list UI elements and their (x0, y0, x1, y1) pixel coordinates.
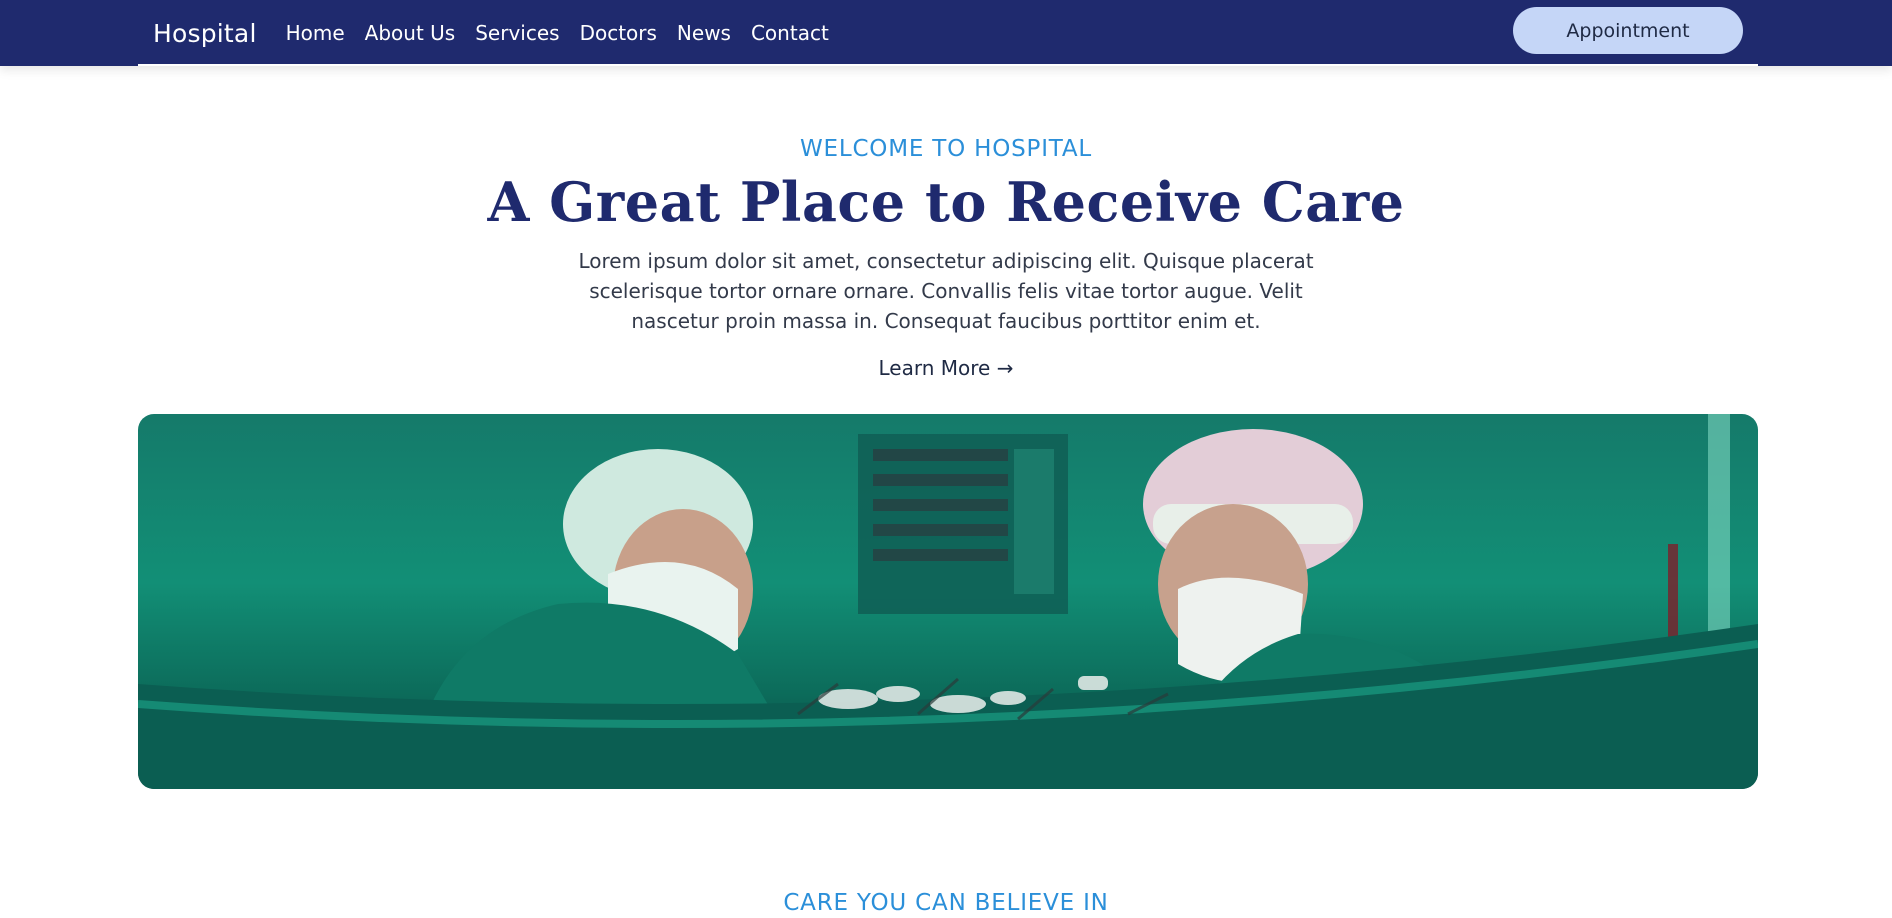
nav-link-home[interactable]: Home (286, 21, 345, 45)
hero-description: Lorem ipsum dolor sit amet, consectetur … (578, 249, 1314, 333)
nav-link-news[interactable]: News (677, 21, 731, 45)
nav-link-doctors[interactable]: Doctors (580, 21, 657, 45)
hero-title: A Great Place to Receive Care (487, 170, 1405, 234)
hero-surgeons-image (138, 414, 1758, 789)
brand-logo[interactable]: Hospital (153, 19, 257, 48)
navbar-container: Hospital Home About Us Services Doctors … (138, 0, 1758, 66)
nav-link-services[interactable]: Services (475, 21, 559, 45)
surgeons-illustration (138, 414, 1758, 789)
main-nav: Home About Us Services Doctors News Cont… (286, 21, 849, 45)
top-navbar: Hospital Home About Us Services Doctors … (0, 0, 1892, 66)
section2-eyebrow: CARE YOU CAN BELIEVE IN (783, 890, 1109, 916)
navbar-divider (138, 64, 1758, 66)
learn-more-link[interactable]: Learn More → (0, 356, 1892, 380)
nav-link-about-us[interactable]: About Us (365, 21, 456, 45)
nav-link-contact[interactable]: Contact (751, 21, 829, 45)
hero-eyebrow: WELCOME TO HOSPITAL (799, 136, 1093, 162)
appointment-button[interactable]: Appointment (1513, 7, 1743, 54)
